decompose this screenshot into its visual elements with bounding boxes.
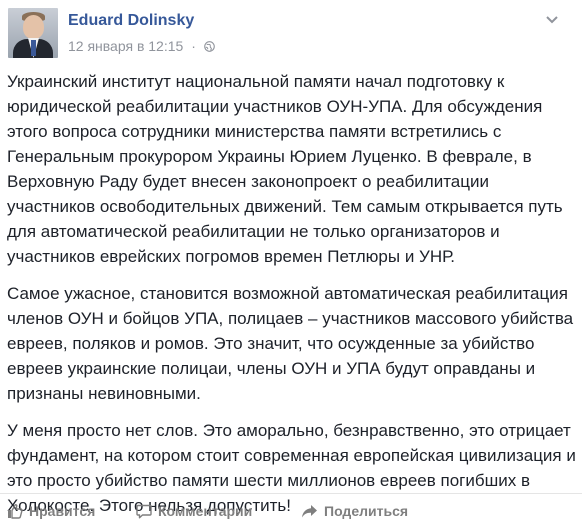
share-icon xyxy=(302,505,317,518)
comment-icon xyxy=(136,504,152,519)
comment-button[interactable]: Комментарии xyxy=(136,500,252,522)
post-paragraph: Украинский институт национальной памяти … xyxy=(7,72,563,266)
meta-separator: · xyxy=(191,38,196,54)
share-button[interactable]: Поделиться xyxy=(301,500,408,522)
like-button[interactable]: Нравится xyxy=(7,500,95,522)
post-timestamp[interactable]: 12 января в 12:15 xyxy=(68,38,183,54)
globe-icon xyxy=(203,41,215,52)
like-label: Нравится xyxy=(29,503,96,519)
post-body: Украинский институт национальной памяти … xyxy=(7,69,579,530)
author-name[interactable]: Eduard Dolinsky xyxy=(68,12,194,30)
post-header: Eduard Dolinsky 12 января в 12:15 · xyxy=(8,8,568,60)
post-meta: 12 января в 12:15 · xyxy=(68,38,215,54)
post-paragraph: Самое ужасное, становится возможной авто… xyxy=(7,284,574,403)
avatar[interactable] xyxy=(8,8,58,58)
comment-label: Комментарии xyxy=(158,503,253,519)
facebook-post: Eduard Dolinsky 12 января в 12:15 · Укра… xyxy=(0,0,582,526)
post-actions-bar: Нравится Комментарии Поделиться xyxy=(0,493,582,526)
share-label: Поделиться xyxy=(324,503,409,519)
thumbs-up-icon xyxy=(8,504,23,519)
chevron-down-icon[interactable] xyxy=(546,16,558,24)
